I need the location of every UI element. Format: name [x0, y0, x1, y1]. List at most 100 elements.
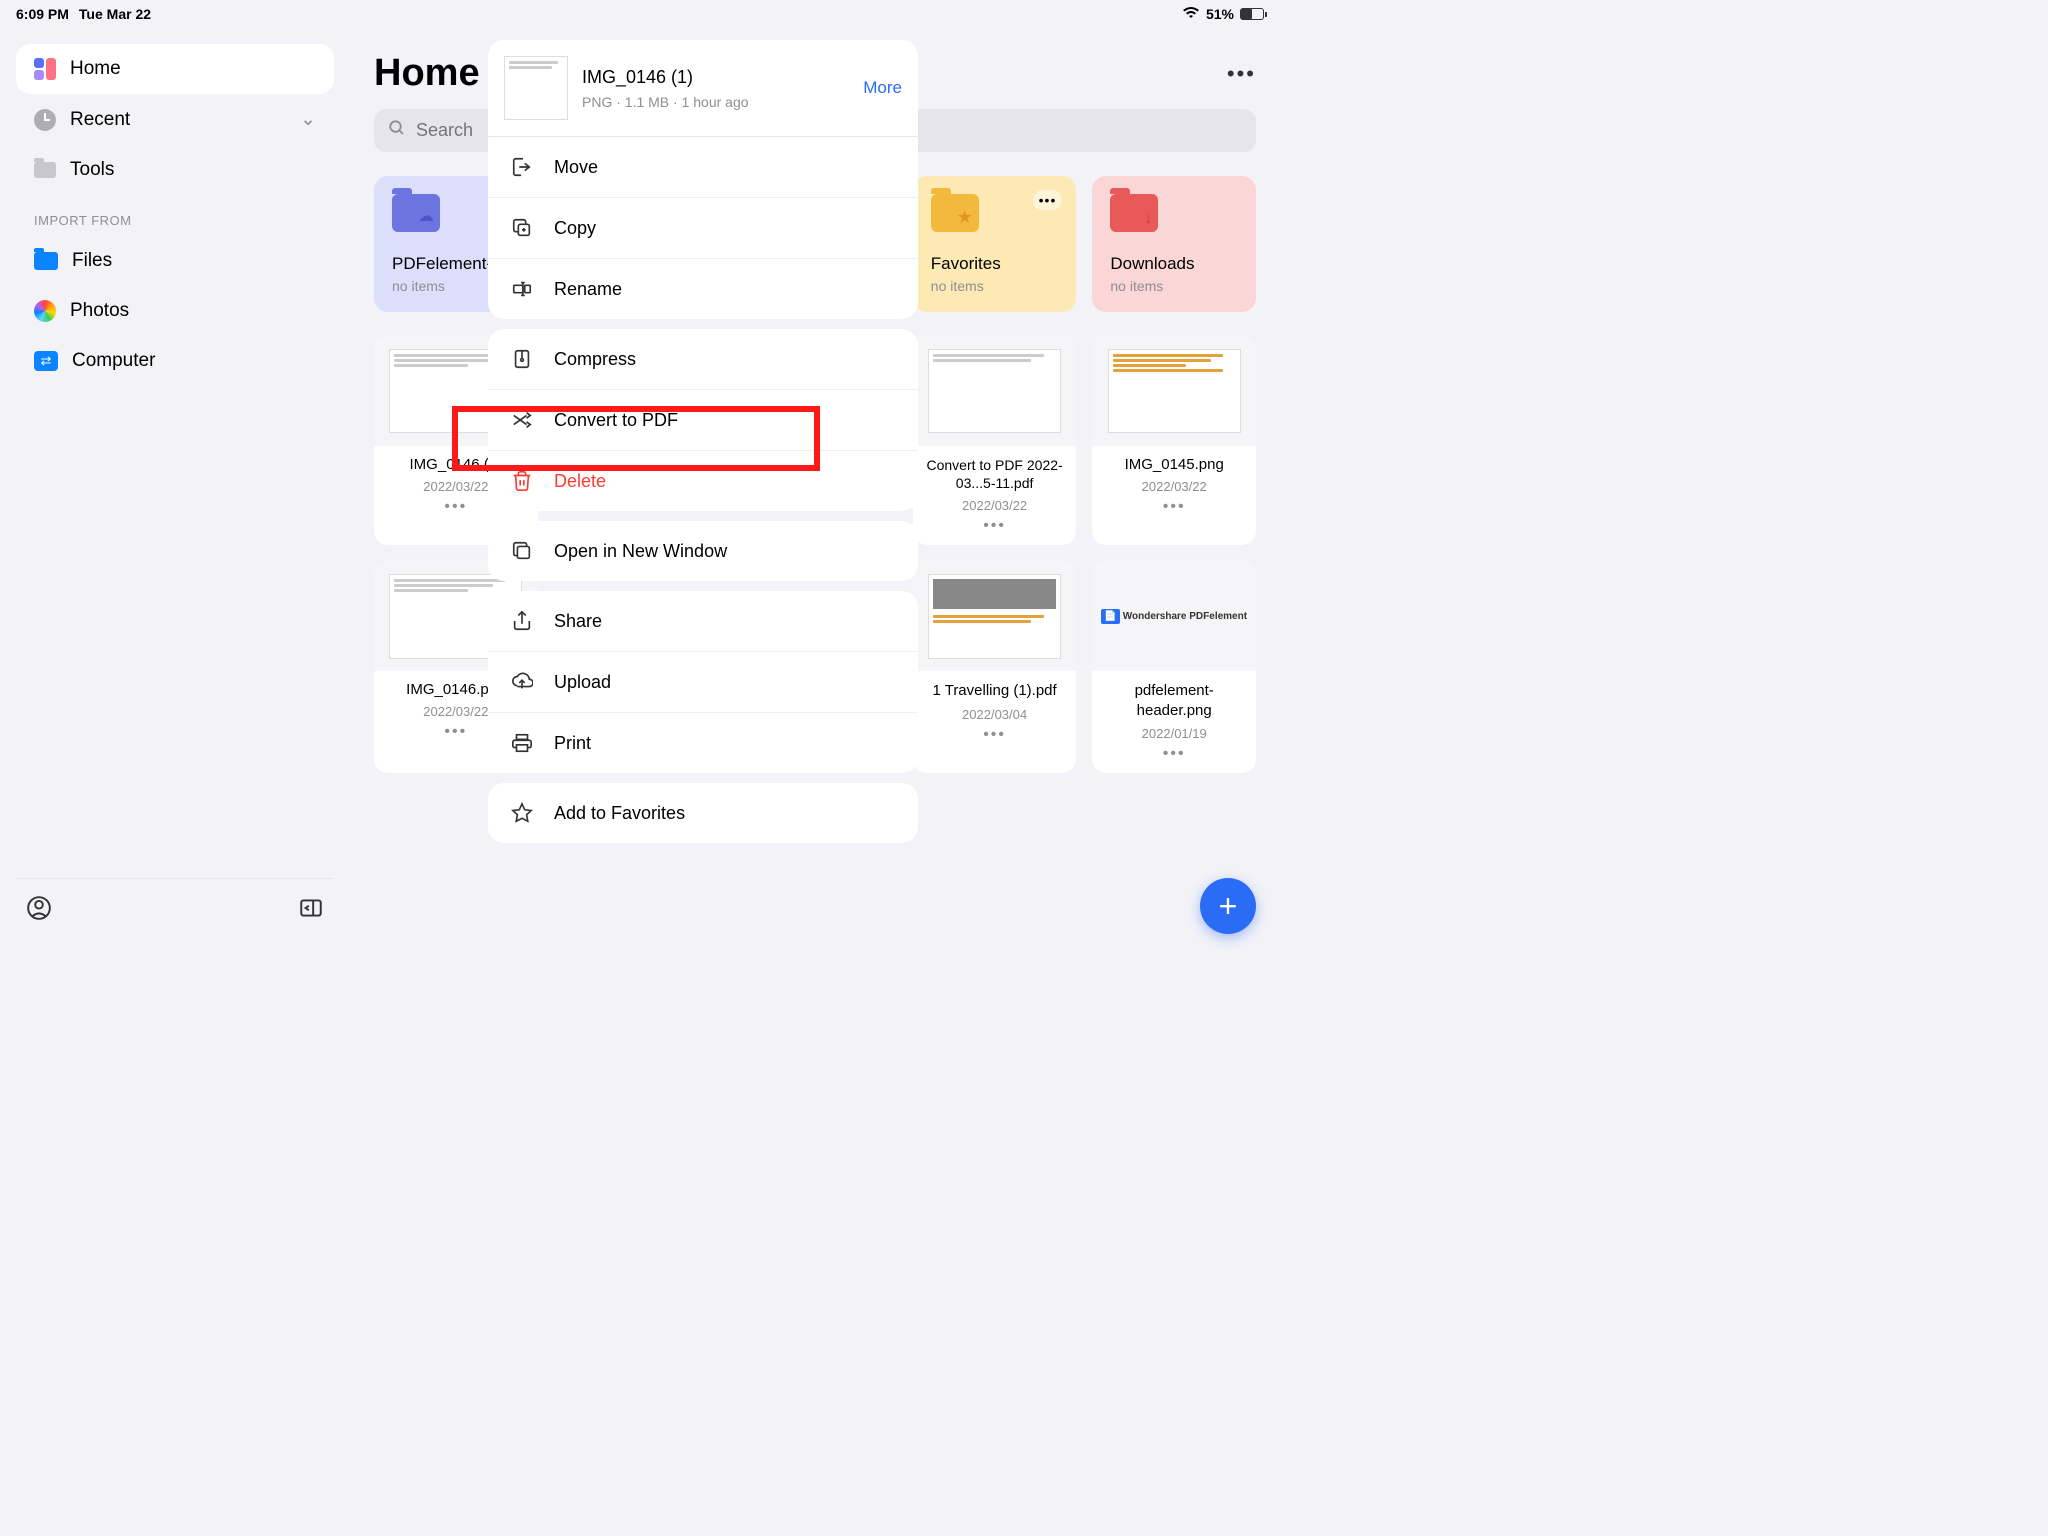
file-name: 1 Travelling (1).pdf — [913, 681, 1077, 701]
file-more-icon[interactable]: ••• — [913, 726, 1077, 744]
battery-icon — [1240, 8, 1264, 20]
photos-icon — [34, 300, 56, 322]
popup-more-button[interactable]: More — [863, 78, 902, 98]
star-icon — [510, 801, 534, 825]
folder-count: no items — [1110, 278, 1238, 294]
wifi-icon — [1182, 6, 1200, 22]
file-card[interactable]: 📄Wondershare PDFelement pdfelement-heade… — [1092, 561, 1256, 773]
nav-recent[interactable]: Recent ⌄ — [16, 94, 334, 145]
nav-computer[interactable]: ⇄ Computer — [16, 336, 334, 386]
nav-files-label: Files — [72, 250, 112, 272]
menu-open-new-window[interactable]: Open in New Window — [488, 521, 918, 581]
menu-add-favorites[interactable]: Add to Favorites — [488, 783, 918, 843]
file-thumbnail: 📄Wondershare PDFelement — [1092, 561, 1256, 671]
add-button[interactable]: + — [1200, 878, 1256, 934]
menu-label: Open in New Window — [554, 541, 727, 562]
file-thumbnail — [913, 336, 1077, 446]
file-card[interactable]: IMG_0145.png 2022/03/22 ••• — [1092, 336, 1256, 545]
nav-tools-label: Tools — [70, 159, 114, 181]
context-menu: IMG_0146 (1) PNG · 1.1 MB · 1 hour ago M… — [488, 40, 918, 843]
menu-label: Upload — [554, 672, 611, 693]
folder-name: Favorites — [931, 254, 1059, 274]
file-more-icon[interactable]: ••• — [913, 517, 1077, 535]
file-thumbnail — [1092, 336, 1256, 446]
nav-tools[interactable]: Tools — [16, 145, 334, 195]
folder-name: Downloads — [1110, 254, 1238, 274]
menu-compress[interactable]: Compress — [488, 329, 918, 390]
nav-home[interactable]: Home — [16, 44, 334, 94]
plus-icon: + — [1219, 888, 1238, 925]
menu-label: Convert to PDF — [554, 410, 678, 431]
menu-label: Delete — [554, 471, 606, 492]
nav-files[interactable]: Files — [16, 236, 334, 286]
compress-icon — [510, 347, 534, 371]
menu-rename[interactable]: Rename — [488, 259, 918, 319]
chevron-down-icon: ⌄ — [300, 108, 316, 131]
import-from-label: IMPORT FROM — [16, 195, 334, 236]
popup-title: IMG_0146 (1) — [582, 67, 849, 88]
rename-icon — [510, 277, 534, 301]
file-more-icon[interactable]: ••• — [1092, 498, 1256, 516]
menu-label: Rename — [554, 279, 622, 300]
menu-label: Add to Favorites — [554, 803, 685, 824]
popup-meta: PNG · 1.1 MB · 1 hour ago — [582, 94, 849, 110]
menu-upload[interactable]: Upload — [488, 652, 918, 713]
menu-label: Share — [554, 611, 602, 632]
menu-delete[interactable]: Delete — [488, 451, 918, 511]
status-date: Tue Mar 22 — [79, 6, 151, 22]
menu-label: Compress — [554, 349, 636, 370]
nav-recent-label: Recent — [70, 109, 130, 131]
menu-print[interactable]: Print — [488, 713, 918, 773]
status-bar: 6:09 PM Tue Mar 22 51% — [0, 0, 1280, 28]
home-icon — [34, 58, 56, 80]
menu-label: Move — [554, 157, 598, 178]
folder-more-icon[interactable]: ••• — [1033, 190, 1063, 210]
print-icon — [510, 731, 534, 755]
account-icon[interactable] — [26, 895, 52, 926]
file-more-icon[interactable]: ••• — [1092, 745, 1256, 763]
menu-convert-to-pdf[interactable]: Convert to PDF — [488, 390, 918, 451]
folder-count: no items — [931, 278, 1059, 294]
window-icon — [510, 539, 534, 563]
upload-icon — [510, 670, 534, 694]
page-title: Home — [374, 52, 480, 95]
trash-icon — [510, 469, 534, 493]
nav-photos[interactable]: Photos — [16, 286, 334, 336]
file-card[interactable]: Convert to PDF 2022-03...5-11.pdf 2022/0… — [913, 336, 1077, 545]
move-icon — [510, 155, 534, 179]
menu-label: Copy — [554, 218, 596, 239]
clock-icon — [34, 109, 56, 131]
sidebar: Home Recent ⌄ Tools IMPORT FROM Files Ph… — [0, 28, 350, 958]
file-date: 2022/03/04 — [913, 707, 1077, 722]
file-name: IMG_0145.png — [1092, 456, 1256, 473]
file-thumbnail — [913, 561, 1077, 671]
menu-label: Print — [554, 733, 591, 754]
folder-icon: ↓ — [1110, 194, 1158, 232]
file-date: 2022/03/22 — [1092, 479, 1256, 494]
layout-icon[interactable] — [298, 895, 324, 926]
folder-card-downloads[interactable]: ↓ Downloads no items — [1092, 176, 1256, 312]
menu-copy[interactable]: Copy — [488, 198, 918, 259]
copy-icon — [510, 216, 534, 240]
computer-icon: ⇄ — [34, 351, 58, 371]
nav-photos-label: Photos — [70, 300, 129, 322]
battery-percent: 51% — [1206, 6, 1234, 22]
status-time: 6:09 PM — [16, 6, 69, 22]
file-name: Convert to PDF 2022-03...5-11.pdf — [913, 456, 1077, 492]
folder-icon — [34, 252, 58, 270]
folder-icon: ★ — [931, 194, 979, 232]
popup-header: IMG_0146 (1) PNG · 1.1 MB · 1 hour ago M… — [488, 40, 918, 137]
file-name: pdfelement-header.png — [1092, 681, 1256, 720]
file-card[interactable]: 1 Travelling (1).pdf 2022/03/04 ••• — [913, 561, 1077, 773]
convert-icon — [510, 408, 534, 432]
tools-icon — [34, 162, 56, 178]
header-more-icon[interactable]: ••• — [1227, 61, 1256, 87]
menu-share[interactable]: Share — [488, 591, 918, 652]
menu-move[interactable]: Move — [488, 137, 918, 198]
folder-card-favorites[interactable]: ••• ★ Favorites no items — [913, 176, 1077, 312]
folder-icon: ☁ — [392, 194, 440, 232]
nav-home-label: Home — [70, 58, 121, 80]
search-icon — [388, 119, 406, 142]
nav-computer-label: Computer — [72, 350, 155, 372]
popup-thumbnail — [504, 56, 568, 120]
